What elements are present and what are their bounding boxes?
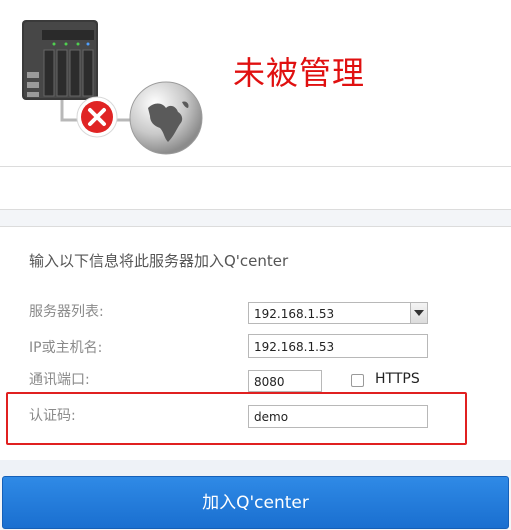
server-list-select[interactable]: 192.168.1.53 xyxy=(248,302,428,324)
host-input[interactable]: 192.168.1.53 xyxy=(248,334,428,358)
auth-code-label: 认证码: xyxy=(29,408,76,424)
auth-code-input[interactable]: demo xyxy=(248,405,428,428)
host-label: IP或主机名: xyxy=(29,340,103,356)
server-list-label: 服务器列表: xyxy=(29,304,104,320)
nas-device-icon xyxy=(22,20,98,100)
join-qcenter-button[interactable]: 加入Q'center xyxy=(2,476,509,529)
https-checkbox[interactable] xyxy=(351,374,364,387)
port-value: 8080 xyxy=(254,375,285,389)
globe-icon xyxy=(129,81,203,155)
port-label: 通讯端口: xyxy=(29,372,90,388)
error-x-icon xyxy=(76,96,118,138)
form-instruction: 输入以下信息将此服务器加入Q'center xyxy=(29,252,289,270)
spacer-strip xyxy=(0,167,511,210)
status-panel: 未被管理 xyxy=(0,0,511,167)
server-list-value: 192.168.1.53 xyxy=(254,307,335,321)
port-input[interactable]: 8080 xyxy=(248,370,322,392)
chevron-down-icon[interactable] xyxy=(410,303,427,323)
host-value: 192.168.1.53 xyxy=(254,340,335,354)
background-band xyxy=(0,460,511,476)
status-text: 未被管理 xyxy=(233,54,366,92)
auth-code-value: demo xyxy=(254,410,289,424)
https-label[interactable]: HTTPS xyxy=(375,371,420,387)
